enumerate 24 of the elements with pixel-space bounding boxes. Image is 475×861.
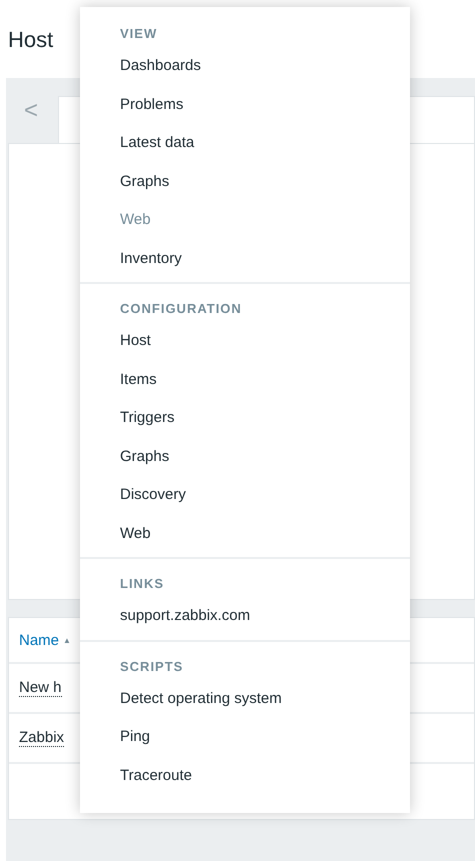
menu-item[interactable]: Graphs	[120, 438, 170, 476]
menu-section-heading: CONFIGURATION	[120, 300, 243, 318]
menu-item[interactable]: Web	[120, 514, 151, 553]
menu-item[interactable]: Dashboards	[120, 47, 201, 86]
menu-item[interactable]: Inventory	[120, 240, 182, 278]
menu-section-heading: LINKS	[120, 575, 165, 593]
host-name-link[interactable]: Zabbix	[19, 729, 64, 747]
menu-item[interactable]: Graphs	[120, 162, 170, 201]
page-title: Host	[8, 27, 54, 52]
menu-item[interactable]: Problems	[120, 86, 184, 124]
menu-item[interactable]: Items	[120, 360, 157, 399]
menu-item[interactable]: Ping	[120, 718, 150, 756]
sort-indicator: ▲	[63, 636, 71, 644]
menu-item[interactable]: Host	[120, 322, 151, 360]
menu-item[interactable]: support.zabbix.com	[120, 597, 250, 636]
menu-section-heading: VIEW	[120, 25, 158, 43]
menu-item[interactable]: Discovery	[120, 476, 186, 514]
menu-item[interactable]: Traceroute	[120, 756, 192, 795]
host-name-link[interactable]: New h	[19, 679, 62, 697]
menu-section-heading: SCRIPTS	[120, 658, 184, 676]
menu-item[interactable]: Triggers	[120, 399, 174, 438]
column-header[interactable]: Name	[19, 632, 60, 648]
menu-item[interactable]: Latest data	[120, 124, 194, 162]
menu-item[interactable]: Detect operating system	[120, 680, 282, 718]
